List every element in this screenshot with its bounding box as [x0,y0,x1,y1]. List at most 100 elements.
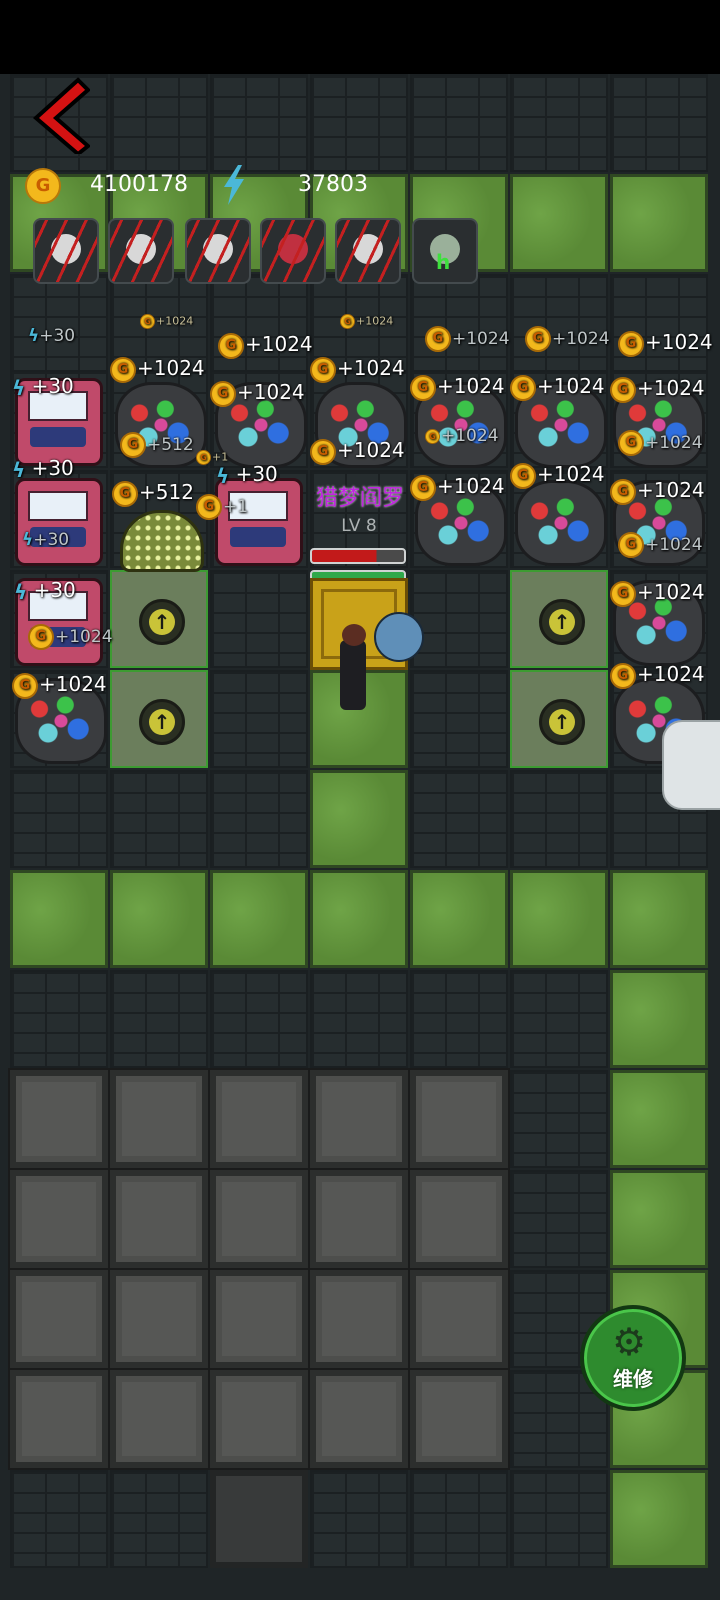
grass-tile[interactable] [410,870,508,968]
grass-tile[interactable] [10,870,108,968]
energy-reward-text: ϟ+30 [22,530,70,550]
gold-reward-text: G +1024 [618,430,703,456]
wall-tile [110,74,208,172]
gold-coin-icon: G [110,356,136,383]
gold-reward-text: G +1024 [510,374,605,401]
wall-tile [510,274,608,372]
floor-tile[interactable] [208,1068,310,1170]
upgrade-tile[interactable]: ↑ [110,670,208,768]
wall-tile [510,1470,608,1568]
wall-tile [110,970,208,1068]
gold-coin-icon: G [196,450,211,465]
grass-tile[interactable] [610,1070,708,1168]
grass-tile[interactable] [610,1170,708,1268]
green-zombie-icon[interactable]: h [412,218,478,284]
grass-tile[interactable] [610,970,708,1068]
floor-tile[interactable] [308,1068,410,1170]
grass-tile[interactable] [610,174,708,272]
gold-coin-icon: G [610,580,636,607]
enemy-badge: h [436,250,451,274]
arcade-machine[interactable] [15,478,103,566]
gold-reward-text: G +1024 [610,478,705,505]
floor-tile[interactable] [208,1368,310,1470]
floor-tile[interactable] [408,1368,510,1470]
player-character[interactable] [340,624,366,710]
gold-coin-icon: G [210,380,236,407]
floor-tile[interactable] [308,1168,410,1270]
red-demon-claw-icon[interactable] [260,218,326,284]
energy-bolt-icon: ϟ [22,530,34,550]
grass-tile[interactable] [310,870,408,968]
ghost-claw-icon[interactable] [33,218,99,284]
wall-tile [110,770,208,868]
energy-counter: 37803 [298,172,368,197]
floor-tile[interactable] [308,1268,410,1370]
upgrade-arrow-icon: ↑ [539,599,585,645]
energy-bolt-icon: ϟ [12,457,26,482]
floor-tile[interactable] [108,1168,210,1270]
floor-tile[interactable] [208,1268,310,1370]
gold-reward-text: G +1024 [410,374,505,401]
ghost-claw-icon[interactable] [185,218,251,284]
grass-tile[interactable] [110,870,208,968]
grass-tile[interactable] [610,870,708,968]
floor-tile[interactable] [8,1068,110,1170]
gold-coin-icon: G [425,326,451,352]
status-bar [0,0,720,74]
wall-tile [410,274,508,372]
floor-tile[interactable] [8,1368,110,1470]
gold-coin-icon: G [618,330,644,357]
floor-tile[interactable] [108,1068,210,1170]
floor-tile[interactable] [408,1268,510,1370]
floor-tile[interactable] [108,1268,210,1370]
gold-coin-icon: G [525,326,551,352]
gold-reward-text: G +1024 [610,662,705,689]
wall-tile [410,74,508,172]
wall-tile [410,970,508,1068]
wall-tile [210,970,308,1068]
grass-tile[interactable] [310,770,408,868]
frog-pet[interactable] [374,612,424,662]
gold-coin-icon: G [120,432,146,458]
upgrade-arrow-icon: ↑ [139,599,185,645]
wrench-gear-icon: ⚙ [611,1320,647,1364]
upgrade-tile[interactable]: ↑ [510,670,608,768]
grass-tile[interactable] [610,1470,708,1568]
back-arrow-icon[interactable] [30,74,90,154]
gold-coin-icon: G [510,462,536,489]
wall-tile [310,1470,408,1568]
wall-tile [510,1070,608,1168]
grass-tile[interactable] [510,870,608,968]
upgrade-tile[interactable]: ↑ [510,570,608,668]
wall-tile [610,74,708,172]
floor-tile[interactable] [208,1168,310,1270]
floor-tile[interactable] [108,1368,210,1470]
floor-tile[interactable] [210,1470,308,1568]
floor-tile[interactable] [408,1068,510,1170]
floor-tile[interactable] [308,1368,410,1470]
floor-tile[interactable] [8,1168,110,1270]
gold-reward-text: G +1024 [510,462,605,489]
grass-tile[interactable] [210,870,308,968]
gold-reward-text: G +1024 [610,580,705,607]
floor-tile[interactable] [8,1268,110,1370]
upgrade-tile[interactable]: ↑ [110,570,208,668]
player-name: 猎梦阎罗 [315,486,404,511]
wall-tile [410,770,508,868]
gold-coin-icon: G [410,374,436,401]
gold-coin-icon: G [618,532,644,558]
floor-tile[interactable] [408,1168,510,1270]
repair-button[interactable]: ⚙ 维修 [580,1305,686,1411]
gold-coin-icon: G [610,376,636,403]
ghost-claw-icon[interactable] [335,218,401,284]
wall-tile [510,770,608,868]
gold-coin-icon: G [28,624,54,650]
side-menu-tab[interactable] [662,720,720,810]
player-level: LV 8 [341,516,377,536]
gem-ore-rock[interactable] [515,480,607,566]
gold-reward-text: G +1024 [210,380,305,407]
gold-reward-text: G +1024 [28,624,113,650]
grass-tile[interactable] [510,174,608,272]
gold-coin-icon: G [140,314,155,329]
panda-claw-icon[interactable] [108,218,174,284]
